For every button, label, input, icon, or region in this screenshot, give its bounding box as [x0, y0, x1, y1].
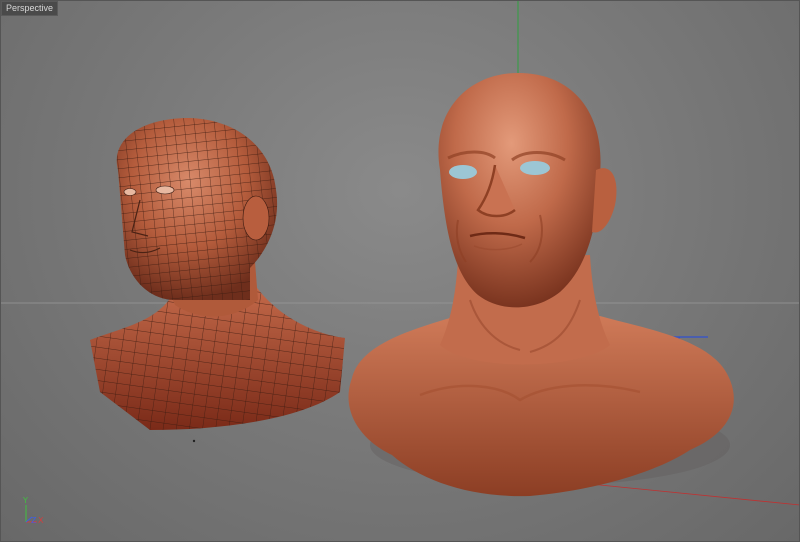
3d-viewport[interactable]: Perspective Y X Z [0, 0, 800, 542]
sculpted-head-mesh [348, 72, 734, 497]
viewport-scene[interactable] [0, 0, 800, 542]
red-axis-line [589, 483, 800, 506]
x-axis-label: X [38, 516, 44, 525]
z-axis-label: Z [31, 516, 37, 525]
y-axis-label: Y [23, 496, 28, 505]
viewport-label[interactable]: Perspective [1, 1, 59, 16]
wireframe-head-mesh [90, 118, 345, 430]
